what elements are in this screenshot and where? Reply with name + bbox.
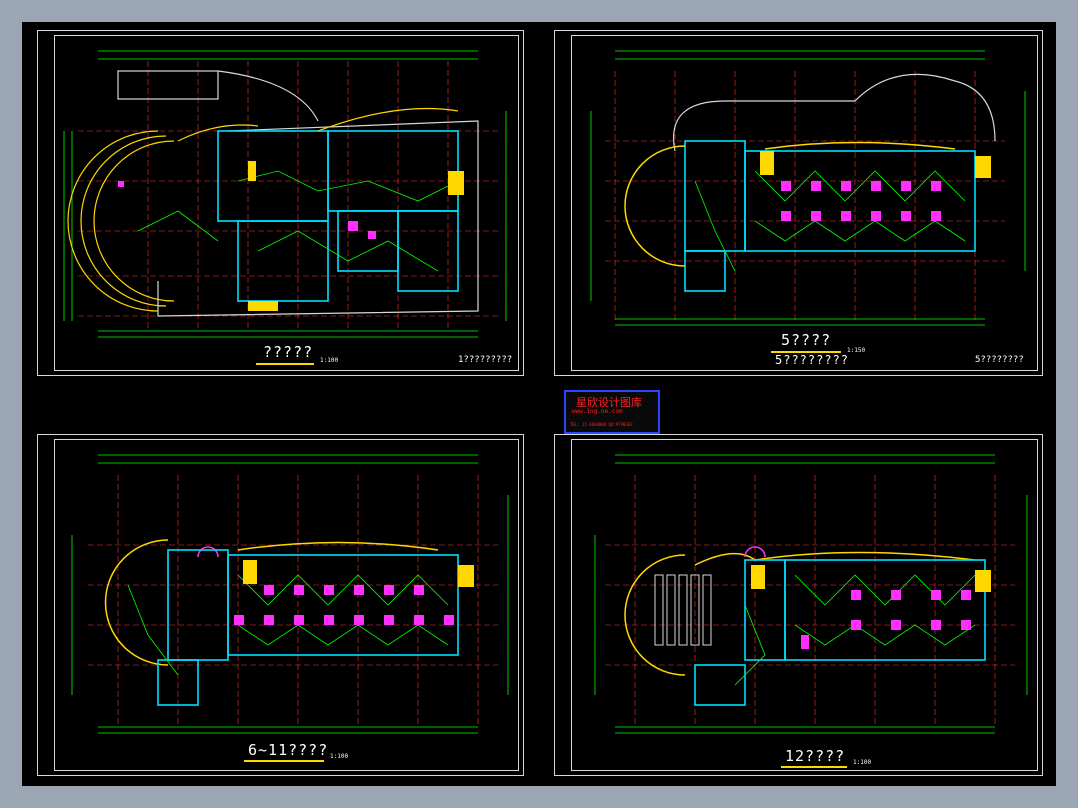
scale-label: 1:150 (847, 347, 866, 354)
sheet-corner-label: 1????????? (458, 355, 513, 365)
floor-plan-drawing (63, 50, 507, 338)
logo-website: www.1ng.ne.com (572, 408, 623, 415)
design-library-logo: 星欣设计图库 www.1ng.ne.com TEL: 15 6660000 QQ… (564, 390, 660, 434)
sheet-floor-12[interactable]: 12???? 1:100 (554, 434, 1043, 776)
sheet-title: 5???? (781, 331, 832, 349)
sheet-title: ????? (263, 343, 314, 361)
sheet-subtitle: 5???????? (775, 353, 850, 367)
floor-plan-drawing (590, 50, 1026, 326)
sheet-corner-label: 5???????? (975, 355, 1024, 365)
drawing-canvas[interactable]: ????? 1:100 1????????? 5???? 5???????? 1… (22, 22, 1056, 786)
sheet-ground-floor[interactable]: ????? 1:100 1????????? (37, 30, 524, 376)
title-underline (781, 766, 847, 768)
sheet-title: 6~11???? (248, 741, 329, 759)
sheet-floors-6-11[interactable]: 6~11???? 1:100 (37, 434, 524, 776)
title-underline (256, 363, 314, 365)
scale-label: 1:100 (330, 753, 349, 760)
sheet-fifth-floor[interactable]: 5???? 5???????? 1:150 5???????? (554, 30, 1043, 376)
title-underline (244, 760, 324, 762)
logo-contact: TEL: 15 6660000 QQ:9790302 (570, 422, 633, 427)
sheet-title: 12???? (785, 747, 846, 765)
scale-label: 1:100 (320, 357, 339, 364)
scale-label: 1:100 (853, 759, 872, 766)
floor-plan-drawing (594, 454, 1028, 734)
floor-plan-drawing (71, 454, 509, 734)
